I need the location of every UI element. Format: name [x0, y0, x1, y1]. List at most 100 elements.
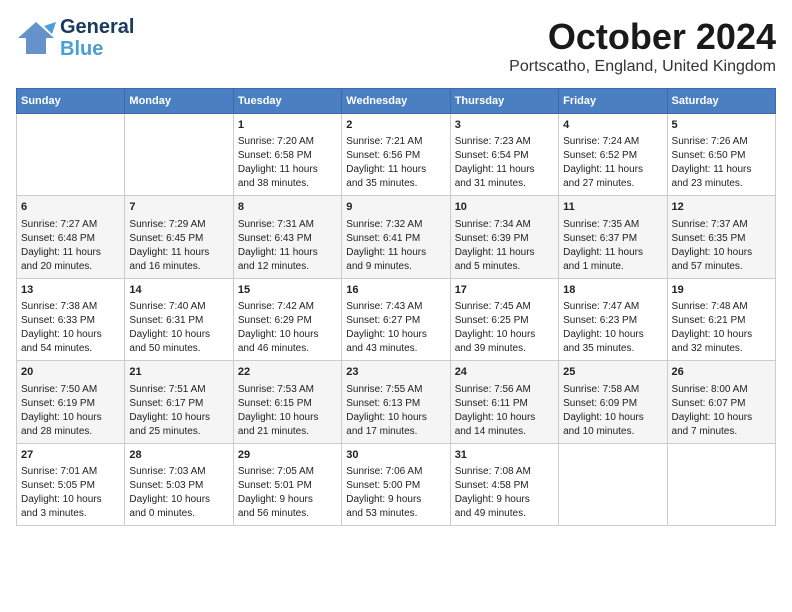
logo-general: General: [60, 16, 134, 38]
day-content: Sunrise: 7:08 AM Sunset: 4:58 PM Dayligh…: [455, 466, 531, 519]
calendar-cell: 2 Sunrise: 7:21 AM Sunset: 6:56 PM Daylig…: [342, 114, 450, 196]
day-number: 19: [672, 283, 771, 298]
day-header-sunday: Sunday: [17, 89, 125, 114]
calendar-cell: 6 Sunrise: 7:27 AM Sunset: 6:48 PM Daylig…: [17, 196, 125, 278]
day-number: 24: [455, 365, 554, 380]
day-content: Sunrise: 7:27 AM Sunset: 6:48 PM Dayligh…: [21, 219, 101, 272]
day-content: Sunrise: 7:40 AM Sunset: 6:31 PM Dayligh…: [129, 301, 210, 354]
calendar-cell: 5 Sunrise: 7:26 AM Sunset: 6:50 PM Daylig…: [667, 114, 775, 196]
week-row-5: 27 Sunrise: 7:01 AM Sunset: 5:05 PM Dayli…: [17, 443, 776, 525]
day-header-saturday: Saturday: [667, 89, 775, 114]
day-number: 6: [21, 200, 120, 215]
logo-icon: [16, 20, 56, 56]
day-number: 8: [238, 200, 337, 215]
day-number: 17: [455, 283, 554, 298]
day-number: 31: [455, 448, 554, 463]
day-number: 10: [455, 200, 554, 215]
day-number: 7: [129, 200, 228, 215]
calendar-cell: 31 Sunrise: 7:08 AM Sunset: 4:58 PM Dayli…: [450, 443, 558, 525]
day-content: Sunrise: 7:35 AM Sunset: 6:37 PM Dayligh…: [563, 219, 643, 272]
calendar-cell: 4Sunrise: 7:24 AM Sunset: 6:52 PM Daylig…: [559, 114, 667, 196]
title-section: October 2024 Portscatho, England, United…: [509, 16, 776, 76]
day-number: 20: [21, 365, 120, 380]
day-content: Sunrise: 7:03 AM Sunset: 5:03 PM Dayligh…: [129, 466, 210, 519]
day-content: Sunrise: 7:23 AM Sunset: 6:54 PM Dayligh…: [455, 136, 535, 189]
day-number: 22: [238, 365, 337, 380]
calendar-header: SundayMondayTuesdayWednesdayThursdayFrid…: [17, 89, 776, 114]
location: Portscatho, England, United Kingdom: [509, 58, 776, 76]
day-content: Sunrise: 7:43 AM Sunset: 6:27 PM Dayligh…: [346, 301, 427, 354]
day-content: Sunrise: 7:45 AM Sunset: 6:25 PM Dayligh…: [455, 301, 536, 354]
day-header-thursday: Thursday: [450, 89, 558, 114]
day-number: 23: [346, 365, 445, 380]
day-content: Sunrise: 7:31 AM Sunset: 6:43 PM Dayligh…: [238, 219, 318, 272]
calendar-cell: 3 Sunrise: 7:23 AM Sunset: 6:54 PM Daylig…: [450, 114, 558, 196]
week-row-1: 1 Sunrise: 7:20 AM Sunset: 6:58 PM Daylig…: [17, 114, 776, 196]
day-number: 18: [563, 283, 662, 298]
calendar-cell: 26 Sunrise: 8:00 AM Sunset: 6:07 PM Dayli…: [667, 361, 775, 443]
day-number: 1: [238, 118, 337, 133]
week-row-2: 6 Sunrise: 7:27 AM Sunset: 6:48 PM Daylig…: [17, 196, 776, 278]
calendar-cell: 10 Sunrise: 7:34 AM Sunset: 6:39 PM Dayli…: [450, 196, 558, 278]
day-content: Sunrise: 7:01 AM Sunset: 5:05 PM Dayligh…: [21, 466, 102, 519]
day-content: Sunrise: 7:05 AM Sunset: 5:01 PM Dayligh…: [238, 466, 314, 519]
week-row-4: 20 Sunrise: 7:50 AM Sunset: 6:19 PM Dayli…: [17, 361, 776, 443]
calendar-cell: 25 Sunrise: 7:58 AM Sunset: 6:09 PM Dayli…: [559, 361, 667, 443]
calendar-cell: 7Sunrise: 7:29 AM Sunset: 6:45 PM Daylig…: [125, 196, 233, 278]
calendar-table: SundayMondayTuesdayWednesdayThursdayFrid…: [16, 88, 776, 526]
calendar-cell: [125, 114, 233, 196]
calendar-cell: 19 Sunrise: 7:48 AM Sunset: 6:21 PM Dayli…: [667, 278, 775, 360]
day-content: Sunrise: 7:58 AM Sunset: 6:09 PM Dayligh…: [563, 384, 644, 437]
day-number: 12: [672, 200, 771, 215]
day-number: 2: [346, 118, 445, 133]
day-number: 3: [455, 118, 554, 133]
logo-blue: Blue: [60, 38, 134, 60]
day-content: Sunrise: 7:06 AM Sunset: 5:00 PM Dayligh…: [346, 466, 422, 519]
day-number: 9: [346, 200, 445, 215]
day-content: Sunrise: 7:32 AM Sunset: 6:41 PM Dayligh…: [346, 219, 426, 272]
day-number: 21: [129, 365, 228, 380]
calendar-cell: 20 Sunrise: 7:50 AM Sunset: 6:19 PM Dayli…: [17, 361, 125, 443]
day-number: 15: [238, 283, 337, 298]
day-content: Sunrise: 7:26 AM Sunset: 6:50 PM Dayligh…: [672, 136, 752, 189]
day-content: Sunrise: 7:55 AM Sunset: 6:13 PM Dayligh…: [346, 384, 427, 437]
day-number: 28: [129, 448, 228, 463]
calendar-cell: 9 Sunrise: 7:32 AM Sunset: 6:41 PM Daylig…: [342, 196, 450, 278]
calendar-cell: 24 Sunrise: 7:56 AM Sunset: 6:11 PM Dayli…: [450, 361, 558, 443]
day-content: Sunrise: 7:38 AM Sunset: 6:33 PM Dayligh…: [21, 301, 102, 354]
day-content: Sunrise: 7:20 AM Sunset: 6:58 PM Dayligh…: [238, 136, 318, 189]
calendar-cell: 11Sunrise: 7:35 AM Sunset: 6:37 PM Dayli…: [559, 196, 667, 278]
day-header-wednesday: Wednesday: [342, 89, 450, 114]
calendar-cell: 12 Sunrise: 7:37 AM Sunset: 6:35 PM Dayli…: [667, 196, 775, 278]
day-number: 26: [672, 365, 771, 380]
day-number: 13: [21, 283, 120, 298]
day-content: Sunrise: 7:21 AM Sunset: 6:56 PM Dayligh…: [346, 136, 426, 189]
day-content: Sunrise: 7:47 AM Sunset: 6:23 PM Dayligh…: [563, 301, 644, 354]
day-content: Sunrise: 7:42 AM Sunset: 6:29 PM Dayligh…: [238, 301, 319, 354]
calendar-cell: 14Sunrise: 7:40 AM Sunset: 6:31 PM Dayli…: [125, 278, 233, 360]
calendar-cell: 15 Sunrise: 7:42 AM Sunset: 6:29 PM Dayli…: [233, 278, 341, 360]
calendar-cell: [17, 114, 125, 196]
day-number: 25: [563, 365, 662, 380]
calendar-cell: 27 Sunrise: 7:01 AM Sunset: 5:05 PM Dayli…: [17, 443, 125, 525]
calendar-cell: 13 Sunrise: 7:38 AM Sunset: 6:33 PM Dayli…: [17, 278, 125, 360]
day-number: 27: [21, 448, 120, 463]
day-number: 5: [672, 118, 771, 133]
day-content: Sunrise: 7:56 AM Sunset: 6:11 PM Dayligh…: [455, 384, 536, 437]
day-header-friday: Friday: [559, 89, 667, 114]
day-content: Sunrise: 7:48 AM Sunset: 6:21 PM Dayligh…: [672, 301, 753, 354]
day-number: 4: [563, 118, 662, 133]
day-number: 30: [346, 448, 445, 463]
day-content: Sunrise: 7:53 AM Sunset: 6:15 PM Dayligh…: [238, 384, 319, 437]
logo: General Blue: [16, 16, 134, 60]
day-content: Sunrise: 7:34 AM Sunset: 6:39 PM Dayligh…: [455, 219, 535, 272]
week-row-3: 13 Sunrise: 7:38 AM Sunset: 6:33 PM Dayli…: [17, 278, 776, 360]
day-content: Sunrise: 7:50 AM Sunset: 6:19 PM Dayligh…: [21, 384, 102, 437]
calendar-cell: 1 Sunrise: 7:20 AM Sunset: 6:58 PM Daylig…: [233, 114, 341, 196]
calendar-cell: 17 Sunrise: 7:45 AM Sunset: 6:25 PM Dayli…: [450, 278, 558, 360]
day-content: Sunrise: 8:00 AM Sunset: 6:07 PM Dayligh…: [672, 384, 753, 437]
day-content: Sunrise: 7:37 AM Sunset: 6:35 PM Dayligh…: [672, 219, 753, 272]
day-header-tuesday: Tuesday: [233, 89, 341, 114]
calendar-cell: 28 Sunrise: 7:03 AM Sunset: 5:03 PM Dayli…: [125, 443, 233, 525]
calendar-cell: 23 Sunrise: 7:55 AM Sunset: 6:13 PM Dayli…: [342, 361, 450, 443]
